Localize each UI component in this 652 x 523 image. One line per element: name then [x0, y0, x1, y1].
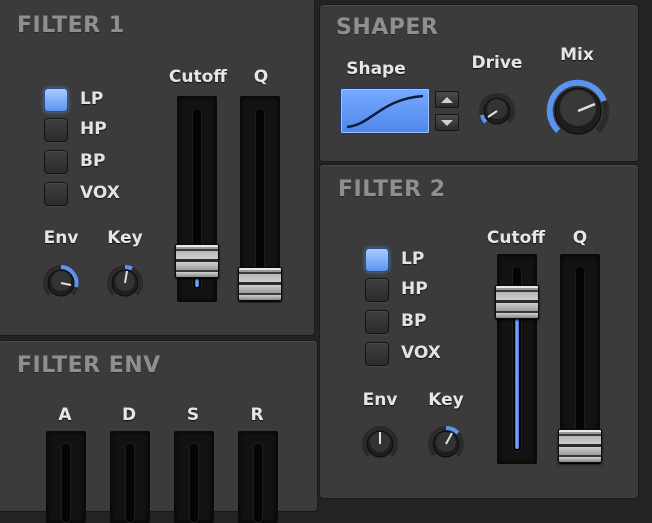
filter1-bp-label: BP: [80, 151, 106, 171]
arrow-up-icon: [441, 96, 453, 103]
shaper-title: SHAPER: [336, 15, 439, 40]
filter2-key-label: Key: [428, 390, 464, 410]
filter2-key-knob[interactable]: [420, 418, 472, 470]
filter2-q-handle[interactable]: [558, 429, 602, 463]
env-s-slider[interactable]: [174, 431, 214, 523]
filter-env-title: FILTER ENV: [17, 353, 161, 378]
arrow-down-icon: [441, 119, 453, 126]
shaper-shape-display[interactable]: [340, 88, 430, 134]
filter1-cutoff-fill: [195, 279, 199, 287]
filter2-bp-checkbox[interactable]: [365, 310, 389, 334]
env-r-label: R: [250, 405, 264, 425]
filter1-hp-label: HP: [80, 119, 107, 139]
filter-env-panel: FILTER ENV A D S R: [0, 340, 318, 523]
filter2-env-label: Env: [362, 390, 398, 410]
env-a-slider[interactable]: [46, 431, 86, 523]
filter1-key-label: Key: [107, 228, 143, 248]
shaper-shape-label: Shape: [346, 59, 406, 79]
filter2-hp-checkbox[interactable]: [365, 278, 389, 302]
shaper-shape-down-button[interactable]: [435, 114, 459, 131]
filter2-q-slider[interactable]: [558, 254, 602, 464]
filter1-lp-checkbox[interactable]: [44, 88, 68, 112]
filter2-bp-label: BP: [401, 311, 427, 331]
filter1-vox-label: VOX: [80, 183, 120, 203]
filter2-vox-label: VOX: [401, 343, 441, 363]
filter2-lp-checkbox[interactable]: [365, 248, 389, 272]
filter1-cutoff-handle[interactable]: [175, 244, 219, 278]
env-d-slider[interactable]: [110, 431, 150, 523]
filter1-env-knob[interactable]: [35, 257, 87, 309]
filter1-cutoff-slider[interactable]: [175, 96, 219, 302]
filter2-vox-checkbox[interactable]: [365, 342, 389, 366]
shaper-drive-label: Drive: [471, 53, 523, 73]
env-a-label: A: [58, 405, 72, 425]
shaper-drive-knob[interactable]: [471, 85, 523, 137]
filter1-hp-checkbox[interactable]: [44, 118, 68, 142]
filter1-env-label: Env: [43, 228, 79, 248]
filter2-hp-label: HP: [401, 279, 428, 299]
filter1-q-handle[interactable]: [238, 267, 282, 301]
shaper-panel: SHAPER Shape Drive Mix: [319, 4, 639, 162]
filter2-env-knob[interactable]: [354, 418, 406, 470]
filter2-cutoff-label: Cutoff: [486, 228, 546, 248]
filter2-cutoff-fill: [515, 317, 519, 449]
filter1-panel: FILTER 1 LP HP BP VOX Cutoff Q Env Key: [0, 0, 315, 336]
env-r-slider[interactable]: [238, 431, 278, 523]
filter1-q-slider[interactable]: [238, 96, 282, 302]
filter2-panel: FILTER 2 LP HP BP VOX Cutoff Q Env Key: [319, 164, 639, 499]
shaper-mix-knob[interactable]: [538, 71, 618, 151]
filter1-lp-label: LP: [80, 89, 104, 109]
filter2-lp-label: LP: [401, 249, 425, 269]
filter1-cutoff-label: Cutoff: [168, 67, 228, 87]
filter2-q-label: Q: [572, 228, 588, 248]
filter1-key-knob[interactable]: [99, 257, 151, 309]
shaper-shape-up-button[interactable]: [435, 91, 459, 108]
filter1-bp-checkbox[interactable]: [44, 150, 68, 174]
filter1-title: FILTER 1: [17, 13, 125, 38]
env-d-label: D: [121, 405, 137, 425]
filter1-vox-checkbox[interactable]: [44, 182, 68, 206]
filter2-cutoff-slider[interactable]: [495, 254, 539, 464]
filter2-cutoff-handle[interactable]: [495, 285, 539, 319]
shaper-curve-icon: [346, 94, 424, 129]
env-s-label: S: [186, 405, 200, 425]
filter1-q-label: Q: [253, 67, 269, 87]
filter2-title: FILTER 2: [338, 177, 446, 202]
shaper-mix-label: Mix: [560, 45, 594, 65]
